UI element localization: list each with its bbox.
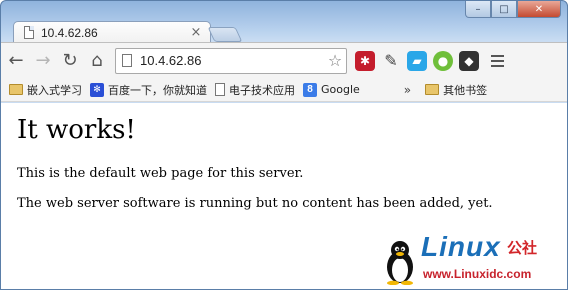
tab-active[interactable]: 10.4.62.86 ×: [13, 21, 211, 43]
page-icon: [24, 26, 34, 39]
watermark-url: www.Linuxidc.com: [423, 267, 532, 281]
pen-icon[interactable]: ✎: [381, 51, 401, 71]
page-paragraph: This is the default web page for this se…: [17, 166, 304, 181]
watermark-brand-cn: 公社: [507, 239, 538, 257]
home-button[interactable]: ⌂: [85, 49, 109, 73]
bookmark-label: 电子技术应用: [229, 83, 295, 97]
watermark-brand: Linux: [421, 231, 501, 262]
bookmark-item[interactable]: 电子技术应用: [215, 82, 295, 98]
bookmark-item[interactable]: 嵌入式学习: [9, 82, 82, 98]
google-icon: 8: [303, 82, 317, 97]
tux-penguin-icon: [387, 241, 413, 285]
page-icon: [122, 54, 132, 67]
tab-title: 10.4.62.86: [41, 25, 98, 40]
evernote-icon[interactable]: ◆: [459, 50, 479, 71]
other-bookmarks[interactable]: 其他书签: [425, 82, 487, 98]
page-content: It works! This is the default web page f…: [1, 103, 567, 289]
forward-button[interactable]: →: [31, 49, 55, 73]
lastpass-icon[interactable]: ✱: [355, 50, 375, 71]
bookmark-label: 嵌入式学习: [27, 83, 82, 97]
page-icon: [215, 83, 225, 96]
bookmark-label: 百度一下，你就知道: [108, 83, 207, 97]
address-bar[interactable]: 10.4.62.86 ☆: [115, 47, 347, 74]
bookmark-item[interactable]: ✻ 百度一下，你就知道: [90, 82, 207, 98]
tab-close-icon[interactable]: ×: [188, 25, 204, 41]
page-heading: It works!: [17, 115, 136, 145]
other-bookmarks-label: 其他书签: [443, 83, 488, 97]
baidu-icon: ✻: [90, 82, 104, 97]
bookmark-star-icon[interactable]: ☆: [324, 51, 346, 70]
bookmark-item[interactable]: 8 Google: [303, 82, 360, 97]
back-button[interactable]: ←: [4, 49, 28, 73]
bookmarks-overflow-chevron-icon[interactable]: »: [404, 83, 411, 97]
menu-icon[interactable]: [487, 54, 507, 67]
address-bar-url[interactable]: 10.4.62.86: [140, 53, 324, 68]
maximize-button[interactable]: □: [491, 1, 517, 18]
watermark-logo: Linux 公社 www.Linuxidc.com: [383, 231, 563, 287]
new-tab-button[interactable]: [207, 27, 243, 42]
close-button[interactable]: ✕: [517, 1, 561, 18]
window-controls: – □ ✕: [465, 1, 561, 18]
toolbar: ← → ↻ ⌂ 10.4.62.86 ☆ ✱ ✎ ▰ ● ◆: [1, 42, 567, 78]
bookmarks-bar: 嵌入式学习 ✻ 百度一下，你就知道 电子技术应用 8 Google » 其他书签: [1, 78, 567, 102]
note-icon[interactable]: ▰: [407, 50, 427, 71]
reload-button[interactable]: ↻: [58, 49, 82, 73]
folder-icon: [9, 84, 23, 95]
folder-icon: [425, 84, 440, 95]
page-paragraph: The web server software is running but n…: [17, 196, 493, 211]
bookmark-label: Google: [321, 83, 360, 96]
minimize-button[interactable]: –: [465, 1, 491, 18]
owl-icon[interactable]: ●: [433, 50, 453, 71]
browser-window: 10.4.62.86 × – □ ✕ ← → ↻ ⌂ 10.4.62.86 ☆ …: [0, 0, 568, 290]
title-bar: 10.4.62.86 × – □ ✕: [1, 1, 567, 43]
